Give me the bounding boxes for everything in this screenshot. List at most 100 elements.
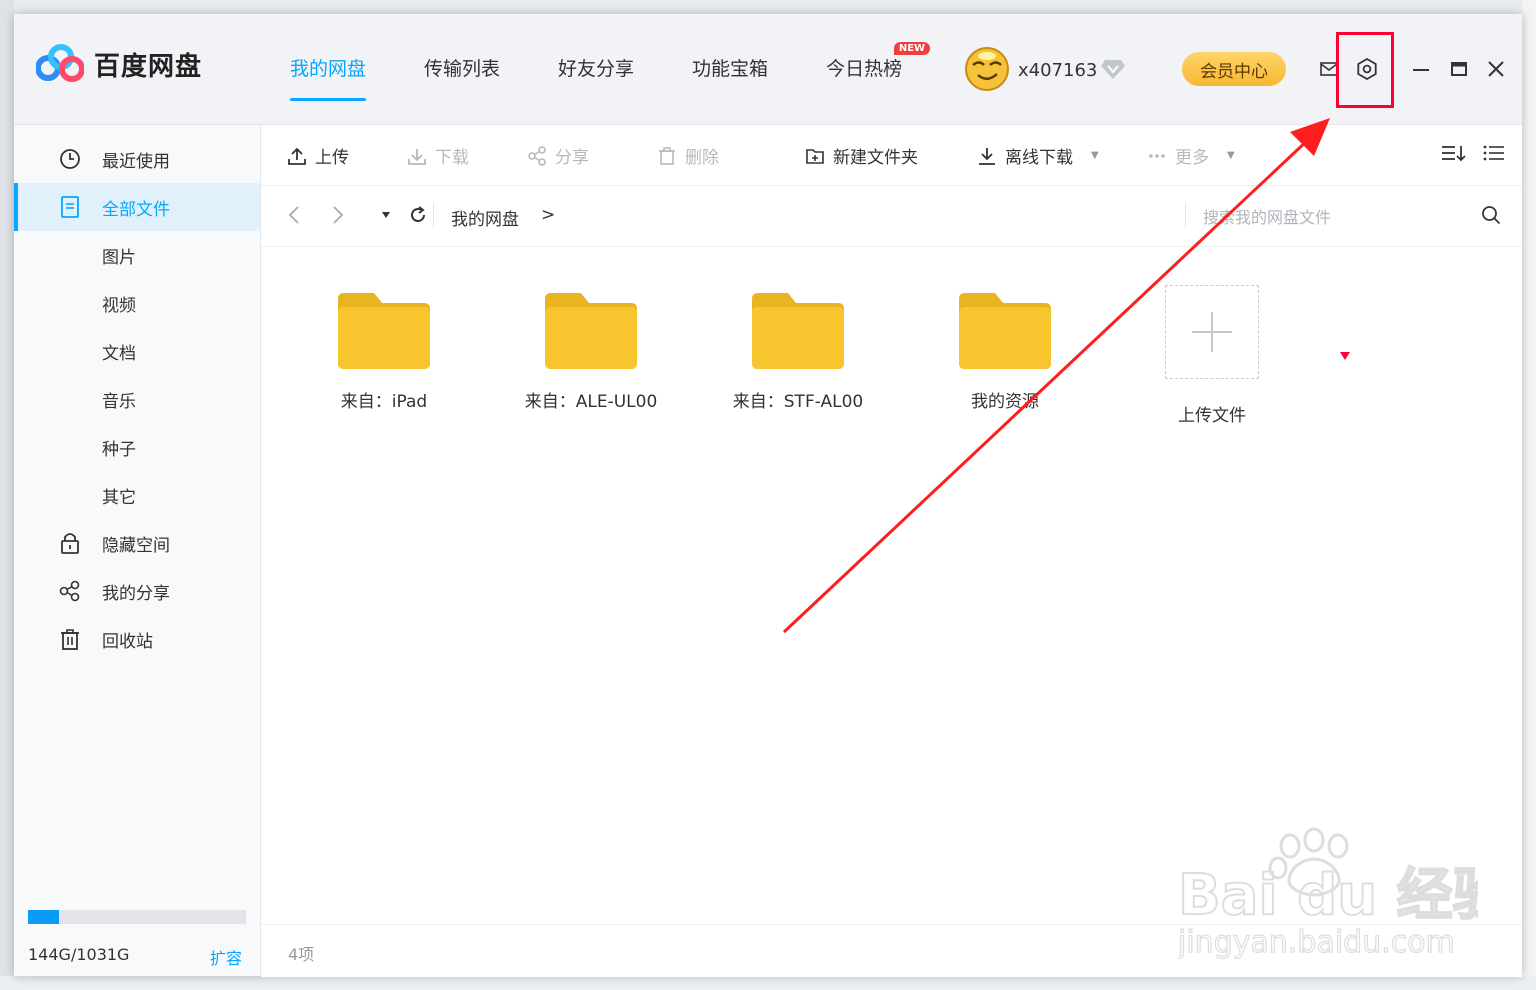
- marker-triangle-icon: [1340, 352, 1350, 360]
- tab-my-netdisk[interactable]: 我的网盘: [290, 54, 367, 101]
- search-input[interactable]: [1201, 202, 1455, 232]
- sidebar-item-recent[interactable]: 最近使用: [14, 135, 260, 183]
- folder-icon: [752, 293, 844, 369]
- delete-button[interactable]: 删除: [657, 143, 719, 168]
- file-icon: [58, 195, 82, 219]
- sidebar-item-my-shares[interactable]: 我的分享: [14, 567, 260, 615]
- folder-item[interactable]: 来自：ALE-UL00: [516, 293, 666, 412]
- trash-icon: [58, 627, 82, 651]
- vip-center-button[interactable]: 会员中心: [1182, 52, 1286, 86]
- item-count: 4项: [288, 945, 315, 964]
- file-name: 来自：STF-AL00: [732, 392, 864, 412]
- upload-button[interactable]: 上传: [287, 143, 349, 168]
- back-icon[interactable]: [283, 204, 305, 226]
- download-label: 下载: [435, 148, 469, 168]
- folder-icon: [959, 293, 1051, 369]
- sort-icon[interactable]: [1441, 143, 1467, 163]
- sidebar-item-label: 音乐: [102, 391, 136, 412]
- share-button[interactable]: 分享: [527, 143, 589, 168]
- refresh-icon[interactable]: [407, 204, 429, 226]
- search-divider: [1185, 202, 1186, 228]
- sidebar-item-torrents[interactable]: 种子: [14, 423, 260, 471]
- storage-quota-fill: [28, 910, 59, 924]
- close-icon[interactable]: [1485, 58, 1507, 80]
- toolbar: 上传 下载 分享 删除 新建文件夹 离线下载 ▼ 更多 ▼: [261, 125, 1522, 186]
- lock-icon: [58, 531, 82, 555]
- storage-quota-text: 144G/1031G: [28, 945, 130, 964]
- avatar[interactable]: [964, 46, 1010, 92]
- folder-item[interactable]: 来自：iPad: [309, 293, 459, 412]
- sidebar-item-label: 种子: [102, 439, 136, 460]
- share-icon: [58, 579, 82, 603]
- history-dropdown-icon[interactable]: [375, 204, 397, 226]
- sidebar-item-label: 回收站: [102, 631, 153, 652]
- diamond-icon[interactable]: [1100, 58, 1126, 80]
- upload-placeholder: [1165, 285, 1259, 379]
- status-bar: 4项: [261, 924, 1522, 977]
- tab-friend-share[interactable]: 好友分享: [558, 54, 634, 81]
- baidu-cloud-logo-icon: [36, 44, 84, 82]
- minimize-icon[interactable]: [1410, 58, 1432, 80]
- more-button[interactable]: 更多 ▼: [1147, 143, 1235, 168]
- tab-hot-list-label: 今日热榜: [826, 58, 903, 80]
- tab-toolbox[interactable]: 功能宝箱: [692, 54, 768, 81]
- main-nav: 我的网盘 传输列表 好友分享 功能宝箱 今日热榜 NEW: [290, 42, 960, 101]
- upload-file-tile[interactable]: 上传文件: [1137, 285, 1287, 426]
- sidebar-item-label: 隐藏空间: [102, 535, 170, 556]
- sidebar-item-recycle-bin[interactable]: 回收站: [14, 615, 260, 663]
- file-name: 我的资源: [971, 392, 1039, 412]
- file-name: 上传文件: [1178, 406, 1246, 426]
- baidu-netdisk-window: 百度网盘 我的网盘 传输列表 好友分享 功能宝箱 今日热榜 NEW x40716…: [14, 14, 1522, 977]
- sidebar-item-label: 其它: [102, 487, 136, 508]
- folder-icon: [545, 293, 637, 369]
- sidebar-item-label: 视频: [102, 295, 136, 316]
- breadcrumb[interactable]: 我的网盘: [451, 205, 519, 230]
- new-folder-label: 新建文件夹: [833, 148, 918, 168]
- clock-icon: [58, 147, 82, 171]
- sidebar-item-other[interactable]: 其它: [14, 471, 260, 519]
- search-icon[interactable]: [1480, 204, 1502, 226]
- download-button[interactable]: 下载: [407, 143, 469, 168]
- expand-storage-link[interactable]: 扩容: [210, 945, 242, 969]
- folder-item[interactable]: 我的资源: [930, 293, 1080, 412]
- sidebar-item-label: 图片: [102, 247, 136, 268]
- sidebar-item-videos[interactable]: 视频: [14, 279, 260, 327]
- sidebar-item-documents[interactable]: 文档: [14, 327, 260, 375]
- chevron-down-icon: ▼: [1091, 150, 1099, 161]
- delete-label: 删除: [685, 148, 719, 168]
- maximize-icon[interactable]: [1448, 58, 1470, 80]
- sidebar-item-label: 全部文件: [102, 199, 170, 220]
- share-label: 分享: [555, 148, 589, 168]
- chevron-down-icon: ▼: [1227, 150, 1235, 161]
- new-folder-icon: [806, 148, 824, 164]
- address-bar: 我的网盘 >: [261, 186, 1522, 247]
- folder-item[interactable]: 来自：STF-AL00: [723, 293, 873, 412]
- upload-icon: [288, 147, 306, 165]
- sidebar-item-label: 最近使用: [102, 151, 170, 172]
- background-bottom: [0, 976, 1536, 990]
- folder-icon: [338, 293, 430, 369]
- sidebar: 最近使用 全部文件 图片 视频 文档 音乐 种子 其它 隐藏空间 我的分享 回收…: [14, 125, 261, 976]
- trash-icon: [659, 146, 675, 165]
- new-badge: NEW: [893, 42, 931, 55]
- sidebar-item-music[interactable]: 音乐: [14, 375, 260, 423]
- offline-download-label: 离线下载: [1005, 148, 1073, 168]
- app-title: 百度网盘: [94, 51, 203, 82]
- more-icon: [1149, 153, 1165, 158]
- forward-icon[interactable]: [327, 204, 349, 226]
- sidebar-item-all-files[interactable]: 全部文件: [14, 183, 260, 231]
- app-logo: 百度网盘: [36, 44, 202, 84]
- list-view-icon[interactable]: [1483, 143, 1505, 163]
- new-folder-button[interactable]: 新建文件夹: [805, 143, 918, 168]
- tab-transfer-list[interactable]: 传输列表: [424, 54, 500, 81]
- offline-download-button[interactable]: 离线下载 ▼: [977, 143, 1099, 168]
- sidebar-item-images[interactable]: 图片: [14, 231, 260, 279]
- file-name: 来自：ALE-UL00: [524, 392, 658, 412]
- share-icon: [528, 145, 546, 166]
- tab-hot-list[interactable]: 今日热榜 NEW: [826, 42, 931, 81]
- file-grid: 来自：iPad 来自：ALE-UL00 来自：STF-AL00 我的资源 上传文…: [261, 247, 1522, 923]
- file-name: 来自：iPad: [340, 392, 428, 412]
- background-left: [0, 0, 14, 990]
- sidebar-item-hidden-space[interactable]: 隐藏空间: [14, 519, 260, 567]
- username[interactable]: x407163: [1018, 60, 1097, 81]
